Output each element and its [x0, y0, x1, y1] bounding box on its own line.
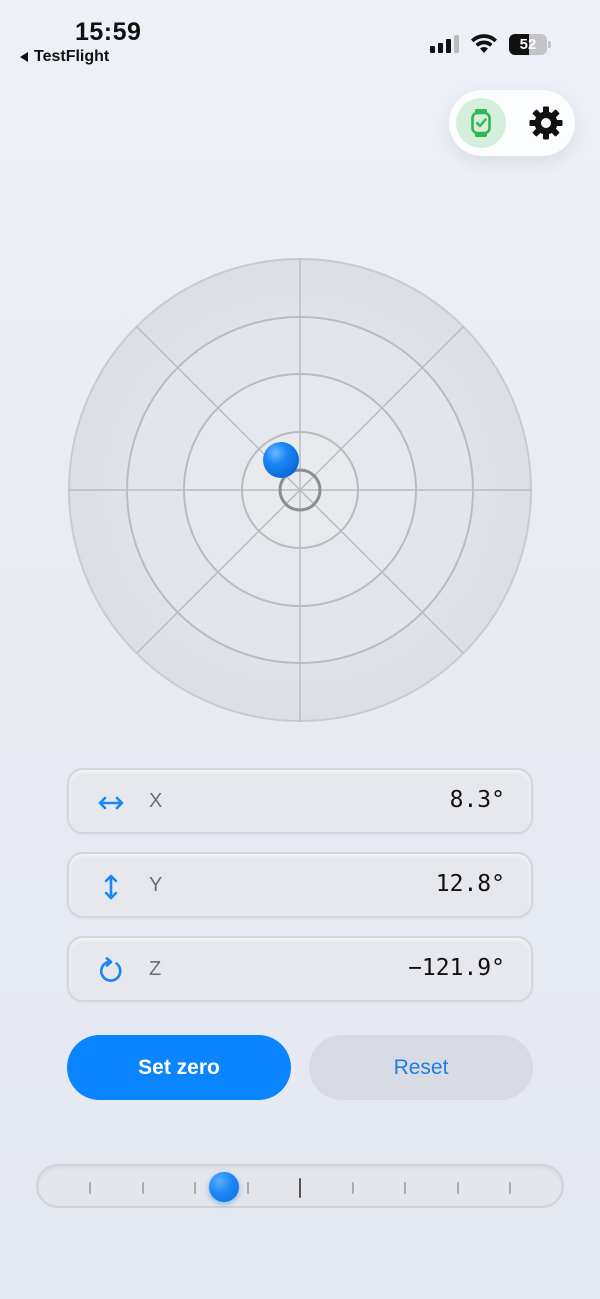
slider-tick — [89, 1182, 91, 1194]
status-bar: 15:59 TestFlight 52 — [0, 0, 600, 80]
reading-axis-label: Y — [149, 874, 163, 896]
reset-button[interactable]: Reset — [309, 1035, 533, 1100]
slider-center-tick — [299, 1178, 301, 1198]
battery-icon: 52 — [509, 34, 547, 55]
reading-value: 12.8° — [435, 871, 505, 897]
reading-row-x: X 8.3° — [67, 768, 533, 834]
radar-crosshair — [69, 259, 531, 721]
slider-tick — [456, 1182, 459, 1194]
level-radar — [68, 258, 532, 722]
slider-tick — [404, 1182, 406, 1194]
watch-button[interactable] — [456, 98, 506, 148]
level-bubble — [263, 442, 299, 478]
slider-tick — [509, 1182, 511, 1194]
rotate-icon — [100, 957, 122, 982]
cellular-signal-icon — [430, 35, 459, 53]
reading-axis-label: Z — [149, 958, 162, 980]
back-app-label: TestFlight — [34, 48, 110, 65]
reading-row-y: Y 12.8° — [67, 852, 533, 918]
top-controls — [449, 90, 575, 156]
wifi-icon — [471, 34, 497, 53]
gear-icon — [529, 106, 563, 140]
settings-button[interactable] — [523, 100, 569, 146]
status-time: 15:59 — [75, 18, 142, 46]
reading-axis-label: X — [149, 790, 163, 812]
calibration-slider[interactable] — [36, 1164, 564, 1208]
horizontal-arrows-icon — [98, 796, 124, 810]
battery-level: 52 — [519, 36, 537, 53]
slider-tick — [141, 1182, 144, 1194]
watch-icon — [471, 109, 491, 137]
slider-knob[interactable] — [209, 1172, 240, 1202]
back-to-app-link[interactable]: TestFlight — [20, 48, 109, 66]
reading-row-z: Z −121.9° — [67, 936, 533, 1002]
reading-value: −121.9° — [408, 955, 505, 981]
back-triangle-icon — [20, 52, 28, 62]
set-zero-button[interactable]: Set zero — [67, 1035, 291, 1100]
slider-tick — [194, 1182, 196, 1194]
vertical-arrows-icon — [104, 874, 118, 900]
slider-tick — [351, 1182, 354, 1194]
reading-value: 8.3° — [449, 787, 505, 813]
slider-tick — [246, 1182, 249, 1194]
